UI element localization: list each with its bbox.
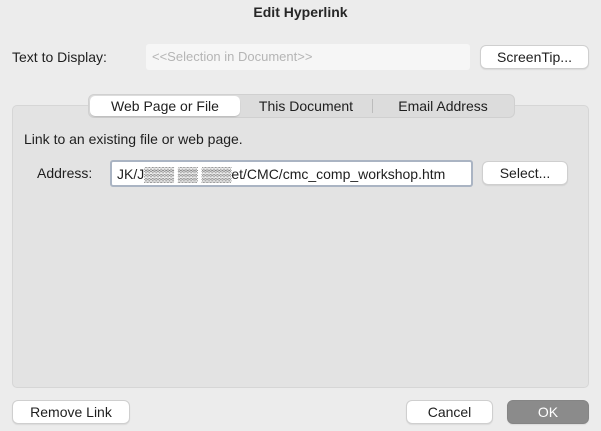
remove-link-button[interactable]: Remove Link — [12, 400, 130, 424]
tab-email-address[interactable]: Email Address — [373, 96, 513, 116]
address-label: Address: — [37, 165, 93, 181]
text-to-display-label: Text to Display: — [12, 49, 107, 65]
cancel-button[interactable]: Cancel — [406, 400, 493, 424]
text-to-display-row: Text to Display: <<Selection in Document… — [12, 44, 589, 70]
tab-web-page-or-file[interactable]: Web Page or File — [90, 96, 240, 116]
tab-this-document[interactable]: This Document — [240, 96, 372, 116]
link-type-tabs: Web Page or File This Document Email Add… — [88, 94, 515, 118]
screentip-button[interactable]: ScreenTip... — [480, 45, 589, 69]
address-input[interactable]: JK/J▒▒▒ ▒▒ ▒▒▒et/CMC/cmc_comp_workshop.h… — [110, 160, 473, 187]
select-button[interactable]: Select... — [482, 161, 568, 185]
panel-description: Link to an existing file or web page. — [24, 131, 243, 147]
dialog-title: Edit Hyperlink — [253, 4, 348, 20]
link-panel — [12, 105, 589, 388]
text-to-display-field[interactable]: <<Selection in Document>> — [146, 44, 470, 70]
ok-button[interactable]: OK — [507, 400, 589, 424]
